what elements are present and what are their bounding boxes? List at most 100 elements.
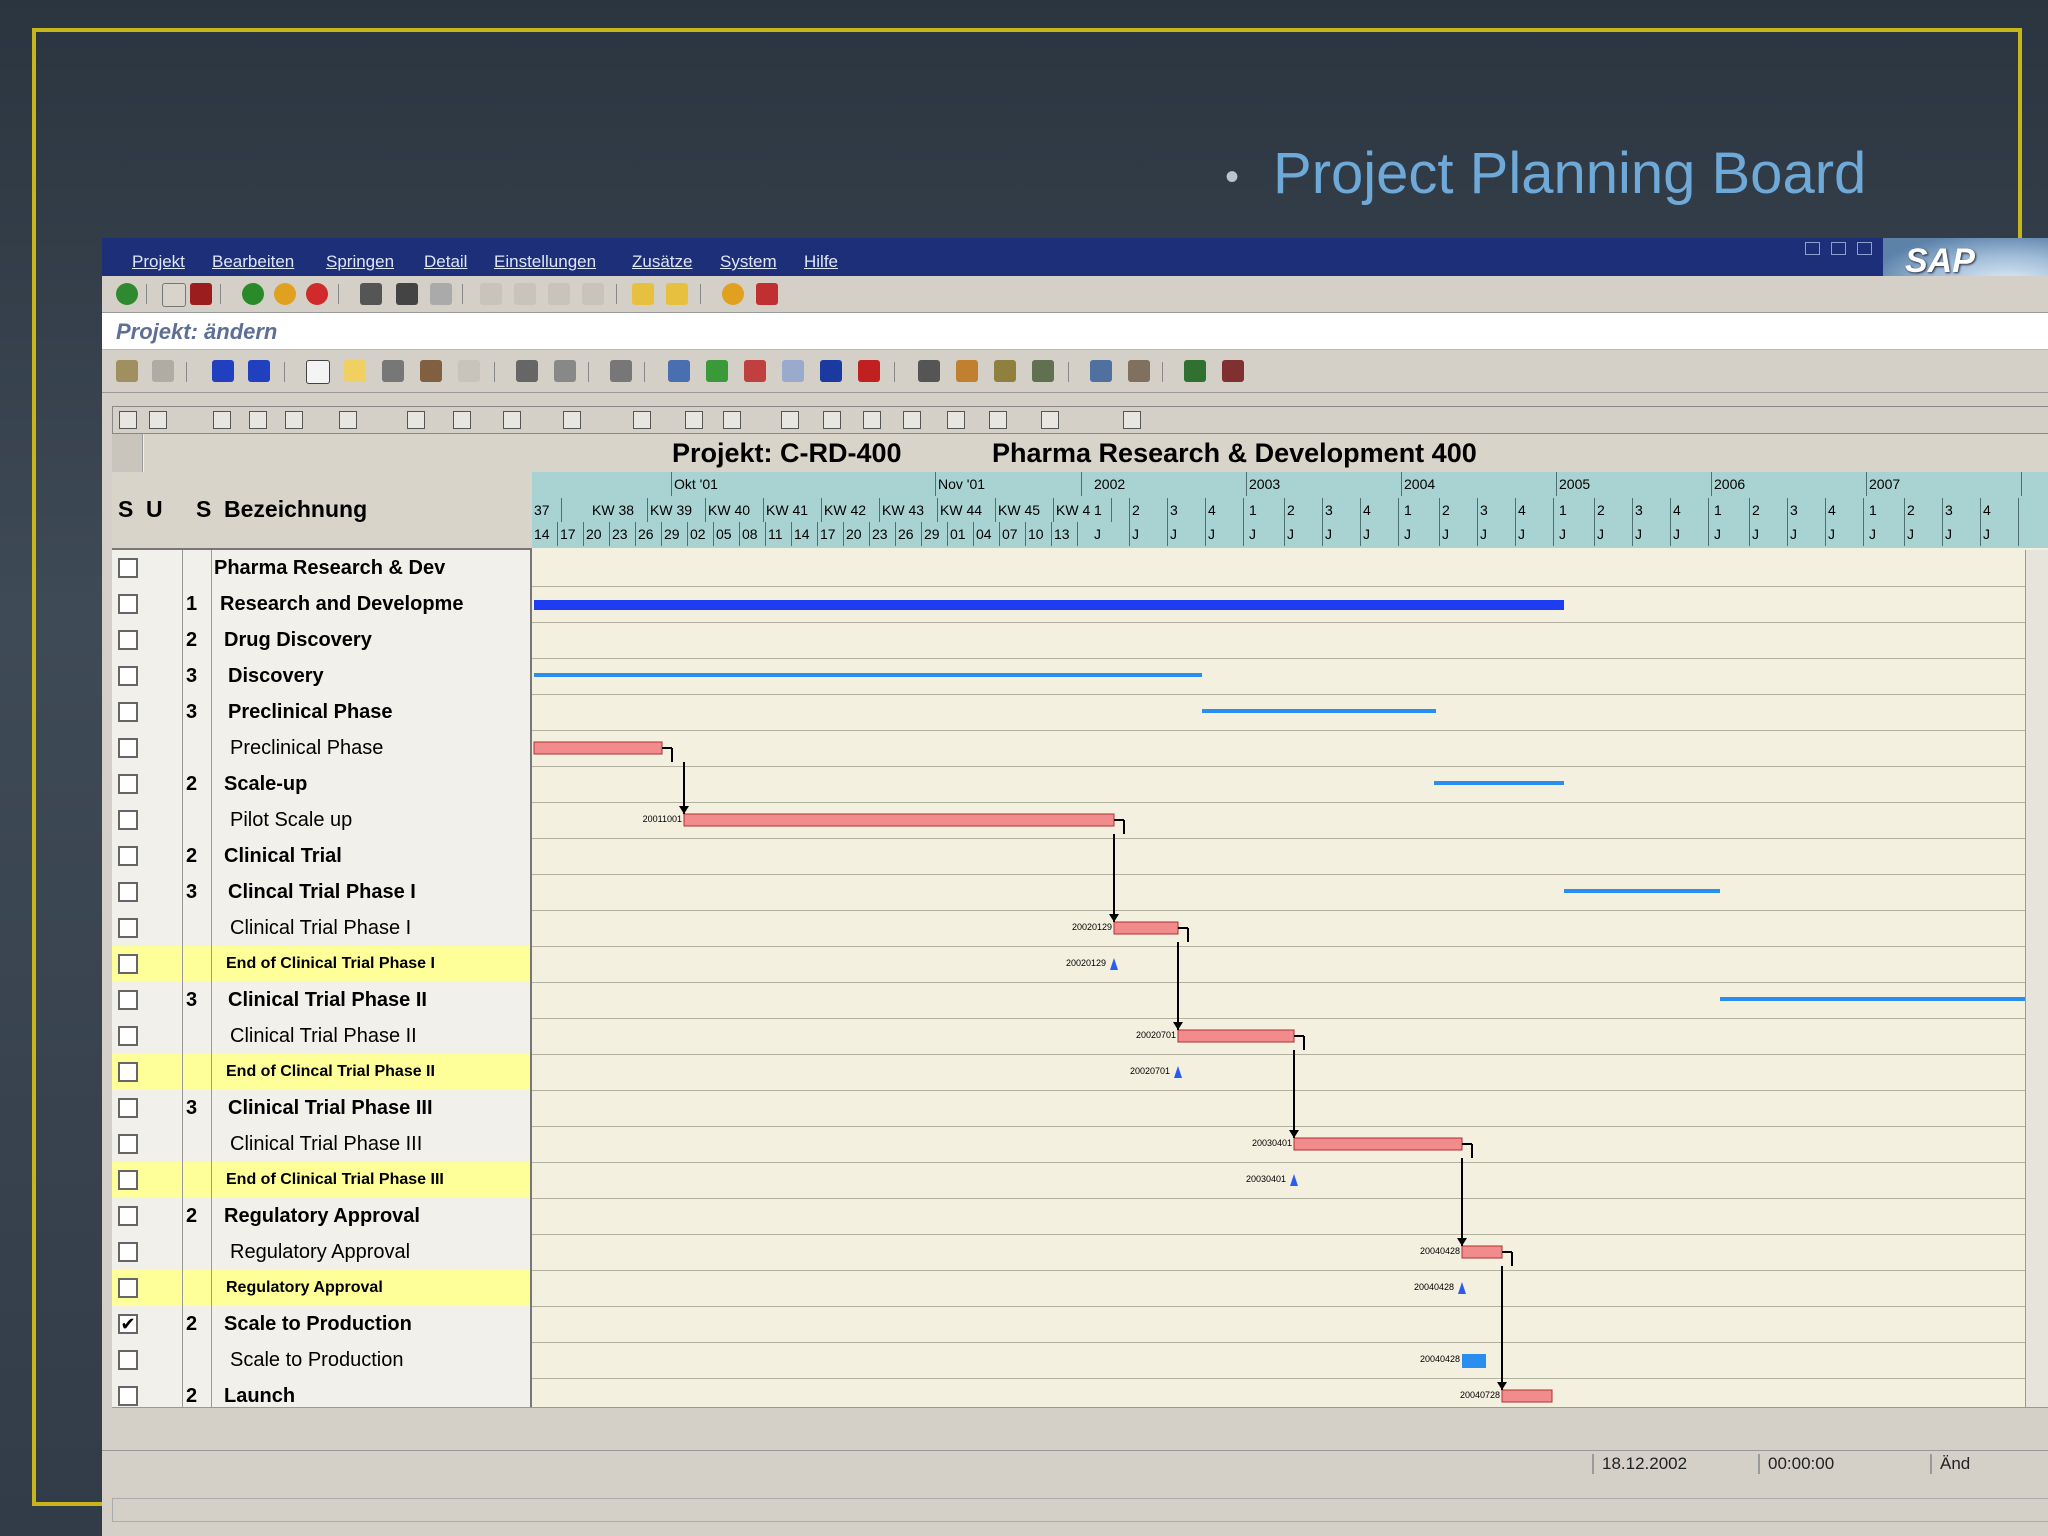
menu-einstellungen[interactable]: Einstellungen — [494, 252, 596, 272]
gantt-row[interactable]: 2 Scale-up — [112, 766, 2048, 803]
row-select-checkbox[interactable] — [118, 594, 138, 614]
expand-icon[interactable] — [119, 411, 137, 429]
row-select-checkbox[interactable] — [118, 1026, 138, 1046]
gantt-row[interactable]: 2 Clinical Trial — [112, 838, 2048, 875]
compare-icon[interactable] — [1128, 360, 1150, 382]
gantt-row[interactable]: Clinical Trial Phase II — [112, 1018, 2048, 1055]
gantt-row[interactable]: Pharma Research & Dev — [112, 550, 2048, 587]
help-icon[interactable] — [722, 283, 744, 305]
print-icon[interactable] — [360, 283, 382, 305]
copy-icon[interactable] — [249, 411, 267, 429]
menu-detail[interactable]: Detail — [424, 252, 467, 272]
wand-icon[interactable] — [781, 411, 799, 429]
menu-springen[interactable]: Springen — [326, 252, 394, 272]
table-icon[interactable] — [1041, 411, 1059, 429]
save-icon[interactable] — [190, 283, 212, 305]
back-icon[interactable] — [242, 283, 264, 305]
edit-icon[interactable] — [407, 411, 425, 429]
search-icon[interactable] — [668, 360, 690, 382]
gantt-row[interactable]: 3 Clincal Trial Phase I — [112, 874, 2048, 911]
arrow-left-icon[interactable] — [212, 360, 234, 382]
find-next-icon[interactable] — [430, 283, 452, 305]
note-icon[interactable] — [823, 411, 841, 429]
hierarchy-icon[interactable] — [956, 360, 978, 382]
table-icon[interactable] — [554, 360, 576, 382]
row-select-checkbox[interactable] — [118, 1242, 138, 1262]
settings-icon[interactable] — [1032, 360, 1054, 382]
last-page-icon[interactable] — [582, 283, 604, 305]
delete-icon[interactable] — [610, 360, 632, 382]
row-select-checkbox[interactable] — [118, 1134, 138, 1154]
row-select-checkbox[interactable] — [118, 1170, 138, 1190]
next-page-icon[interactable] — [548, 283, 570, 305]
restore-icon[interactable] — [1831, 242, 1846, 255]
link-icon[interactable] — [563, 411, 581, 429]
gantt-row[interactable]: 3 Discovery — [112, 658, 2048, 695]
minimize-icon[interactable] — [1805, 242, 1820, 255]
schedule-icon[interactable] — [744, 360, 766, 382]
first-page-icon[interactable] — [480, 283, 502, 305]
gantt-row[interactable]: End of Clinical Trial Phase I — [112, 946, 2048, 983]
create-session-icon[interactable] — [632, 283, 654, 305]
calculator-icon[interactable] — [782, 360, 804, 382]
row-select-checkbox[interactable] — [118, 558, 138, 578]
detail-icon[interactable] — [152, 360, 174, 382]
cancel-icon[interactable] — [306, 283, 328, 305]
menu-projekt[interactable]: Projekt — [132, 252, 185, 272]
dropdown-icon[interactable] — [149, 411, 167, 429]
close-window-icon[interactable] — [1857, 242, 1872, 255]
row-select-checkbox[interactable] — [118, 810, 138, 830]
gantt-row[interactable]: Clinical Trial Phase I — [112, 910, 2048, 947]
row-select-checkbox[interactable] — [118, 1098, 138, 1118]
list-icon[interactable] — [685, 411, 703, 429]
filter-icon[interactable] — [213, 411, 231, 429]
row-select-checkbox[interactable] — [118, 1350, 138, 1370]
gantt-row[interactable]: 2 Regulatory Approval — [112, 1198, 2048, 1235]
gantt-row[interactable]: Regulatory Approval — [112, 1270, 2048, 1307]
layout-menu-icon[interactable] — [756, 283, 778, 305]
gantt-row[interactable]: 3 Preclinical Phase — [112, 694, 2048, 731]
menu-zusaetze[interactable]: Zusätze — [632, 252, 692, 272]
arrow-right-icon[interactable] — [248, 360, 270, 382]
row-select-checkbox[interactable] — [118, 630, 138, 650]
gantt-row[interactable]: End of Clinical Trial Phase III — [112, 1162, 2048, 1199]
menu-system[interactable]: System — [720, 252, 777, 272]
previous-page-icon[interactable] — [514, 283, 536, 305]
row-select-checkbox[interactable] — [118, 1062, 138, 1082]
horizontal-scrollbar[interactable] — [112, 1407, 2048, 1428]
row-select-checkbox[interactable] — [118, 1386, 138, 1406]
chart-icon[interactable] — [723, 411, 741, 429]
row-select-checkbox[interactable] — [118, 846, 138, 866]
exit-icon[interactable] — [274, 283, 296, 305]
indent-icon[interactable] — [516, 360, 538, 382]
image-icon[interactable] — [453, 411, 471, 429]
row-select-checkbox[interactable] — [118, 702, 138, 722]
row-select-checkbox[interactable]: ✔ — [118, 1314, 138, 1334]
menu-bearbeiten[interactable]: Bearbeiten — [212, 252, 294, 272]
overview-icon[interactable] — [116, 360, 138, 382]
print-preview-icon[interactable] — [918, 360, 940, 382]
gantt-row[interactable]: 3 Clinical Trial Phase III — [112, 1090, 2048, 1127]
row-select-checkbox[interactable] — [118, 738, 138, 758]
gantt-row[interactable]: Preclinical Phase — [112, 730, 2048, 767]
new-document-icon[interactable] — [306, 360, 330, 384]
gantt-row[interactable]: Clinical Trial Phase III — [112, 1126, 2048, 1163]
info-icon[interactable] — [820, 360, 842, 382]
grid-icon[interactable] — [989, 411, 1007, 429]
transfer-icon[interactable] — [1184, 360, 1206, 382]
command-field-icon[interactable] — [162, 283, 186, 307]
paste-icon[interactable] — [420, 360, 442, 382]
graphic-icon[interactable] — [1090, 360, 1112, 382]
row-select-checkbox[interactable] — [118, 774, 138, 794]
check-icon[interactable] — [706, 360, 728, 382]
gantt-row[interactable]: Pilot Scale up — [112, 802, 2048, 839]
doc-icon[interactable] — [903, 411, 921, 429]
export-icon[interactable] — [1123, 411, 1141, 429]
undo-icon[interactable] — [458, 360, 480, 382]
row-select-checkbox[interactable] — [118, 882, 138, 902]
cut-icon[interactable] — [382, 360, 404, 382]
swap-icon[interactable] — [863, 411, 881, 429]
gantt-row[interactable]: 1 Research and Developme — [112, 586, 2048, 623]
row-select-checkbox[interactable] — [118, 918, 138, 938]
row-select-checkbox[interactable] — [118, 1206, 138, 1226]
